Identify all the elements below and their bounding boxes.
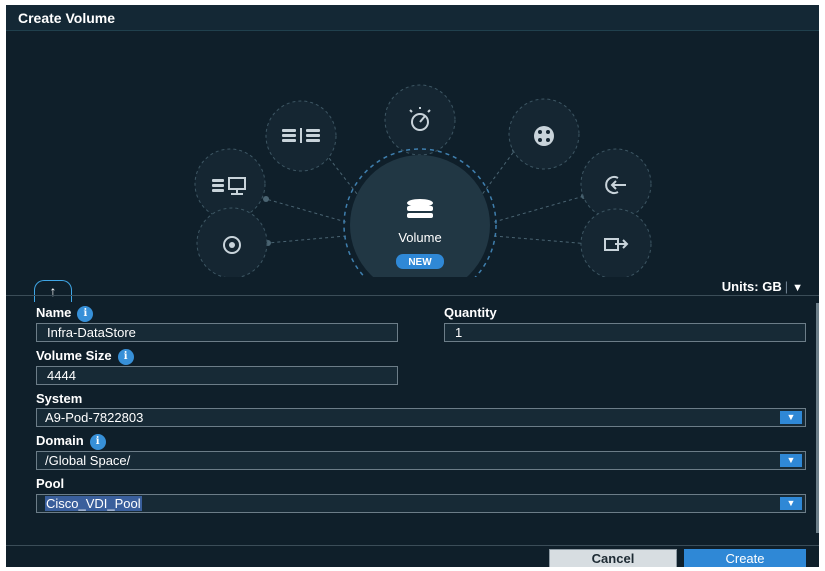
network-icon [534,126,554,146]
dialog-footer: Cancel Create [6,545,819,567]
name-input[interactable]: Infra-DataStore [36,323,398,342]
scrollbar[interactable] [816,303,819,533]
pool-select-value: Cisco_VDI_Pool [45,496,142,511]
satellite-export [580,208,652,277]
new-badge-label: NEW [408,257,432,268]
satellite-storage [265,100,337,172]
volume-hub: Volume NEW [343,148,497,277]
satellite-network [508,98,580,170]
cancel-button[interactable]: Cancel [549,549,677,567]
system-select[interactable]: A9-Pod-7822803 ▼ [36,408,806,427]
title-bar: Create Volume [6,5,819,31]
volume-icon [407,199,433,218]
units-label: Units: GB [721,279,782,294]
volume-size-input[interactable]: 4444 [36,366,398,385]
info-icon[interactable]: i [89,434,106,450]
domain-label: Domain i [36,433,106,450]
chevron-down-icon: ▼ [780,411,802,424]
units-separator: | [784,279,789,294]
units-selector[interactable]: Units: GB | ▼ [722,279,803,294]
dialog-title: Create Volume [18,10,115,26]
create-button[interactable]: Create [684,549,806,567]
quantity-input[interactable]: 1 [444,323,806,342]
quantity-label: Quantity [444,305,497,320]
volume-topology-graphic: Volume NEW [194,84,652,277]
domain-select-value: /Global Space/ [45,453,131,468]
pool-label: Pool [36,476,65,491]
system-label: System [36,391,83,406]
collapse-tab[interactable]: ↑ [34,280,72,302]
info-icon[interactable]: i [117,349,134,365]
system-select-value: A9-Pod-7822803 [45,410,144,425]
volume-hub-label: Volume [398,230,441,245]
volume-size-label: Volume Size i [36,348,134,365]
satellite-disk [196,207,268,277]
tab-divider [6,295,819,296]
arrow-up-icon: ↑ [49,283,57,299]
create-volume-dialog: Create Volume Volume NEW ↑ Units: GB | ▼… [6,5,819,567]
domain-select[interactable]: /Global Space/ ▼ [36,451,806,470]
pool-select[interactable]: Cisco_VDI_Pool ▼ [36,494,806,513]
storage-icon [282,128,320,143]
chevron-down-icon: ▼ [792,282,803,294]
info-icon[interactable]: i [77,306,94,322]
chevron-down-icon: ▼ [780,454,802,467]
chevron-down-icon: ▼ [780,497,802,510]
name-label: Name i [36,305,94,322]
satellite-performance [384,84,456,156]
